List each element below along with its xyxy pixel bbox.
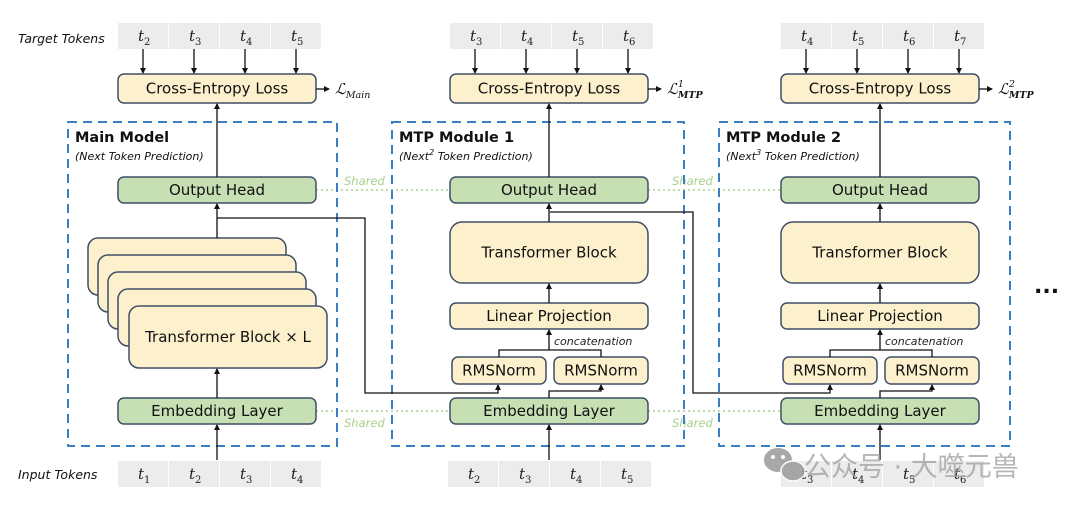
mtp1-input-token: t2 bbox=[448, 461, 498, 487]
mtp1-transformer-block: Transformer Block bbox=[449, 221, 649, 284]
mtp2-target-token: t5 bbox=[832, 23, 882, 49]
shared-label: Shared bbox=[672, 174, 713, 188]
mtp2-linear-projection: Linear Projection bbox=[780, 302, 980, 330]
main-target-token: t5 bbox=[271, 23, 321, 49]
mtp1-linear-projection-label: Linear Projection bbox=[486, 307, 612, 325]
mtp2-output-head: Output Head bbox=[780, 176, 980, 204]
mtp1-cross-entropy-loss-label: Cross-Entropy Loss bbox=[478, 80, 621, 98]
main-input-token: t4 bbox=[271, 461, 321, 487]
mtp1-rmsnorm-left-label: RMSNorm bbox=[462, 362, 536, 380]
main-target-token: t3 bbox=[169, 23, 219, 49]
main-transformer-block-layer: Transformer Block × L bbox=[128, 305, 328, 369]
mtp2-linear-projection-label: Linear Projection bbox=[817, 307, 943, 325]
mtp2-embedding-layer-label: Embedding Layer bbox=[814, 402, 947, 420]
mtp1-embedding-layer-label: Embedding Layer bbox=[483, 402, 616, 420]
mtp1-target-token: t3 bbox=[450, 23, 500, 49]
mtp2-target-token: t4 bbox=[781, 23, 831, 49]
mtp1-linear-projection: Linear Projection bbox=[449, 302, 649, 330]
more-modules-ellipsis: ... bbox=[1034, 274, 1059, 299]
mtp2-transformer-block: Transformer Block bbox=[780, 221, 980, 284]
main-input-token: t2 bbox=[169, 461, 219, 487]
main-target-token: t2 bbox=[118, 23, 168, 49]
main-input-token: t3 bbox=[220, 461, 270, 487]
target-tokens-label: Target Tokens bbox=[18, 31, 105, 46]
mtp1-input-token: t5 bbox=[601, 461, 651, 487]
main-embedding-layer: Embedding Layer bbox=[117, 397, 317, 425]
mtp2-concatenation-label: concatenation bbox=[885, 335, 963, 348]
mtp2-cross-entropy-loss-label: Cross-Entropy Loss bbox=[809, 80, 952, 98]
mtp2-transformer-block-label: Transformer Block bbox=[811, 244, 948, 262]
mtp-module-2-subtitle: (Next3 Token Prediction) bbox=[726, 148, 860, 163]
shared-label: Shared bbox=[672, 416, 713, 430]
mtp1-cross-entropy-loss: Cross-Entropy Loss bbox=[449, 73, 649, 104]
mtp-module-1-subtitle: (Next2 Token Prediction) bbox=[399, 148, 533, 163]
main-cross-entropy-loss-label: Cross-Entropy Loss bbox=[146, 80, 289, 98]
input-tokens-label: Input Tokens bbox=[18, 467, 98, 482]
mtp1-target-token: t4 bbox=[501, 23, 551, 49]
mtp1-target-token: t6 bbox=[603, 23, 653, 49]
concat-join-line bbox=[498, 349, 602, 357]
main-model-subtitle: (Next Token Prediction) bbox=[75, 150, 204, 163]
main-model-title: Main Model bbox=[75, 130, 169, 146]
embedding-to-rmsnorm-arrow bbox=[879, 384, 935, 398]
concat-join-line bbox=[829, 349, 933, 357]
mtp1-concatenation-label: concatenation bbox=[554, 335, 632, 348]
mtp1-input-token: t4 bbox=[550, 461, 600, 487]
mtp2-rmsnorm-left-label: RMSNorm bbox=[793, 362, 867, 380]
mtp-architecture-diagram: Target Tokens Input Tokens Shared Shared… bbox=[18, 23, 1059, 487]
shared-label: Shared bbox=[344, 174, 385, 188]
wechat-icon bbox=[764, 448, 806, 482]
mtp2-output-head-label: Output Head bbox=[832, 181, 928, 199]
mtp2-rmsnorm-left: RMSNorm bbox=[782, 356, 878, 385]
mtp2-target-token: t6 bbox=[883, 23, 933, 49]
mtp2-loss-symbol: ℒ2 MTP bbox=[998, 79, 1034, 101]
main-output-head: Output Head bbox=[117, 176, 317, 204]
main-output-head-label: Output Head bbox=[169, 181, 265, 199]
shared-label: Shared bbox=[344, 416, 385, 430]
mtp1-loss-symbol: ℒ1 MTP bbox=[667, 79, 703, 101]
mtp2-embedding-layer: Embedding Layer bbox=[780, 397, 980, 425]
main-input-token: t1 bbox=[118, 461, 168, 487]
watermark-text: 公众号 · 大噬元兽 bbox=[804, 452, 1019, 483]
main-target-token: t4 bbox=[220, 23, 270, 49]
mtp1-rmsnorm-left: RMSNorm bbox=[451, 356, 547, 385]
main-cross-entropy-loss: Cross-Entropy Loss bbox=[117, 73, 317, 104]
mtp1-rmsnorm-right-label: RMSNorm bbox=[564, 362, 638, 380]
mtp-module-1-title: MTP Module 1 bbox=[399, 130, 514, 146]
mtp1-transformer-block-label: Transformer Block bbox=[480, 244, 617, 262]
embedding-to-rmsnorm-arrow bbox=[548, 384, 604, 398]
mtp1-embedding-layer: Embedding Layer bbox=[449, 397, 649, 425]
mtp1-output-head-label: Output Head bbox=[501, 181, 597, 199]
mtp2-rmsnorm-right: RMSNorm bbox=[884, 356, 980, 385]
mtp2-target-token: t7 bbox=[934, 23, 984, 49]
mtp1-output-head: Output Head bbox=[449, 176, 649, 204]
watermark: 公众号 · 大噬元兽 bbox=[764, 448, 1019, 483]
main-embedding-layer-label: Embedding Layer bbox=[151, 402, 284, 420]
main-loss-symbol: ℒMain bbox=[335, 80, 370, 101]
main-transformer-block-layer-label: Transformer Block × L bbox=[144, 328, 311, 346]
mtp1-rmsnorm-right: RMSNorm bbox=[553, 356, 649, 385]
mtp1-input-token: t3 bbox=[499, 461, 549, 487]
mtp-module-2-title: MTP Module 2 bbox=[726, 130, 841, 146]
mtp2-cross-entropy-loss: Cross-Entropy Loss bbox=[780, 73, 980, 104]
mtp1-target-token: t5 bbox=[552, 23, 602, 49]
columns-layer: t2 t3 t4 t5Cross-Entropy Loss ℒMainOutput He… bbox=[87, 23, 1034, 487]
mtp2-rmsnorm-right-label: RMSNorm bbox=[895, 362, 969, 380]
